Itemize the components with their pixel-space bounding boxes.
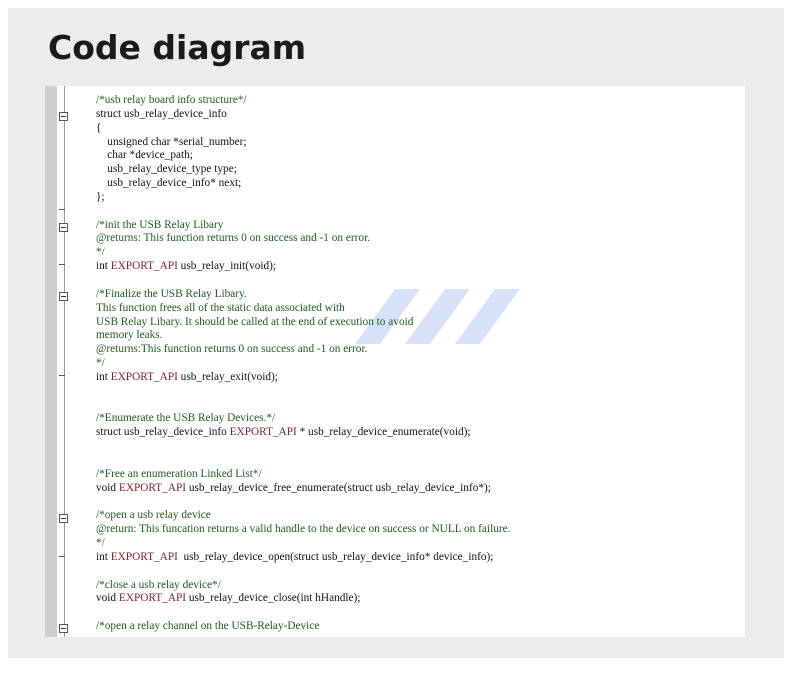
- code-line: int EXPORT_API usb_relay_exit(void);: [96, 370, 278, 383]
- code-line: /*init the USB Relay Libary: [96, 218, 224, 231]
- code-line: int EXPORT_API usb_relay_init(void);: [96, 260, 277, 273]
- page-title: Code diagram: [48, 28, 307, 67]
- code-line: /*close a usb relay device*/: [96, 578, 221, 591]
- code-line: /*open a usb relay device: [96, 509, 211, 522]
- code-line: USB Relay Libary. It should be called at…: [96, 315, 414, 328]
- fold-end-tick-icon: [59, 556, 65, 557]
- code-editor: /*usb relay board info structure*/struct…: [45, 86, 745, 637]
- code-line: struct usb_relay_device_info: [96, 107, 227, 120]
- code-line: /*Free an enumeration Linked List*/: [96, 467, 262, 480]
- fold-collapse-icon[interactable]: [59, 624, 68, 633]
- code-line: /*Enumerate the USB Relay Devices.*/: [96, 412, 276, 425]
- code-line: usb_relay_device_type type;: [96, 163, 237, 176]
- code-line: */: [96, 246, 105, 259]
- code-line: /*Finalize the USB Relay Libary.: [96, 287, 247, 300]
- code-line: @return: This funcation returns a valid …: [96, 523, 511, 536]
- code-line: @returns: This function returns 0 on suc…: [96, 232, 371, 245]
- fold-collapse-icon[interactable]: [59, 223, 68, 232]
- fold-collapse-icon[interactable]: [59, 112, 68, 121]
- fold-collapse-icon[interactable]: [59, 514, 68, 523]
- code-line: This function frees all of the static da…: [96, 301, 345, 314]
- code-line: */: [96, 537, 105, 549]
- code-line: int EXPORT_API usb_relay_device_open(str…: [96, 550, 494, 563]
- code-line: void EXPORT_API usb_relay_device_free_en…: [96, 481, 491, 494]
- code-line: {: [96, 121, 102, 134]
- code-line: memory leaks.: [96, 329, 163, 342]
- fold-collapse-icon[interactable]: [59, 292, 68, 301]
- code-line: @returns:This function returns 0 on succ…: [96, 343, 368, 356]
- editor-gutter: [45, 86, 57, 637]
- fold-end-tick-icon: [59, 375, 65, 376]
- code-line: */: [96, 357, 105, 370]
- code-line: usb_relay_device_info* next;: [96, 177, 242, 190]
- fold-end-tick-icon: [59, 264, 65, 265]
- code-line: char *device_path;: [96, 149, 193, 162]
- fold-guide-line: [64, 86, 65, 637]
- code-line: void EXPORT_API usb_relay_device_close(i…: [96, 592, 361, 605]
- code-line: unsigned char *serial_number;: [96, 135, 247, 148]
- code-line: /*open a relay channel on the USB-Relay-…: [96, 620, 320, 633]
- code-listing: /*usb relay board info structure*/struct…: [96, 94, 510, 634]
- code-line: /*usb relay board info structure*/: [96, 94, 247, 106]
- code-line: struct usb_relay_device_info EXPORT_API …: [96, 426, 471, 439]
- fold-end-tick-icon: [59, 209, 65, 210]
- code-line: };: [96, 190, 105, 203]
